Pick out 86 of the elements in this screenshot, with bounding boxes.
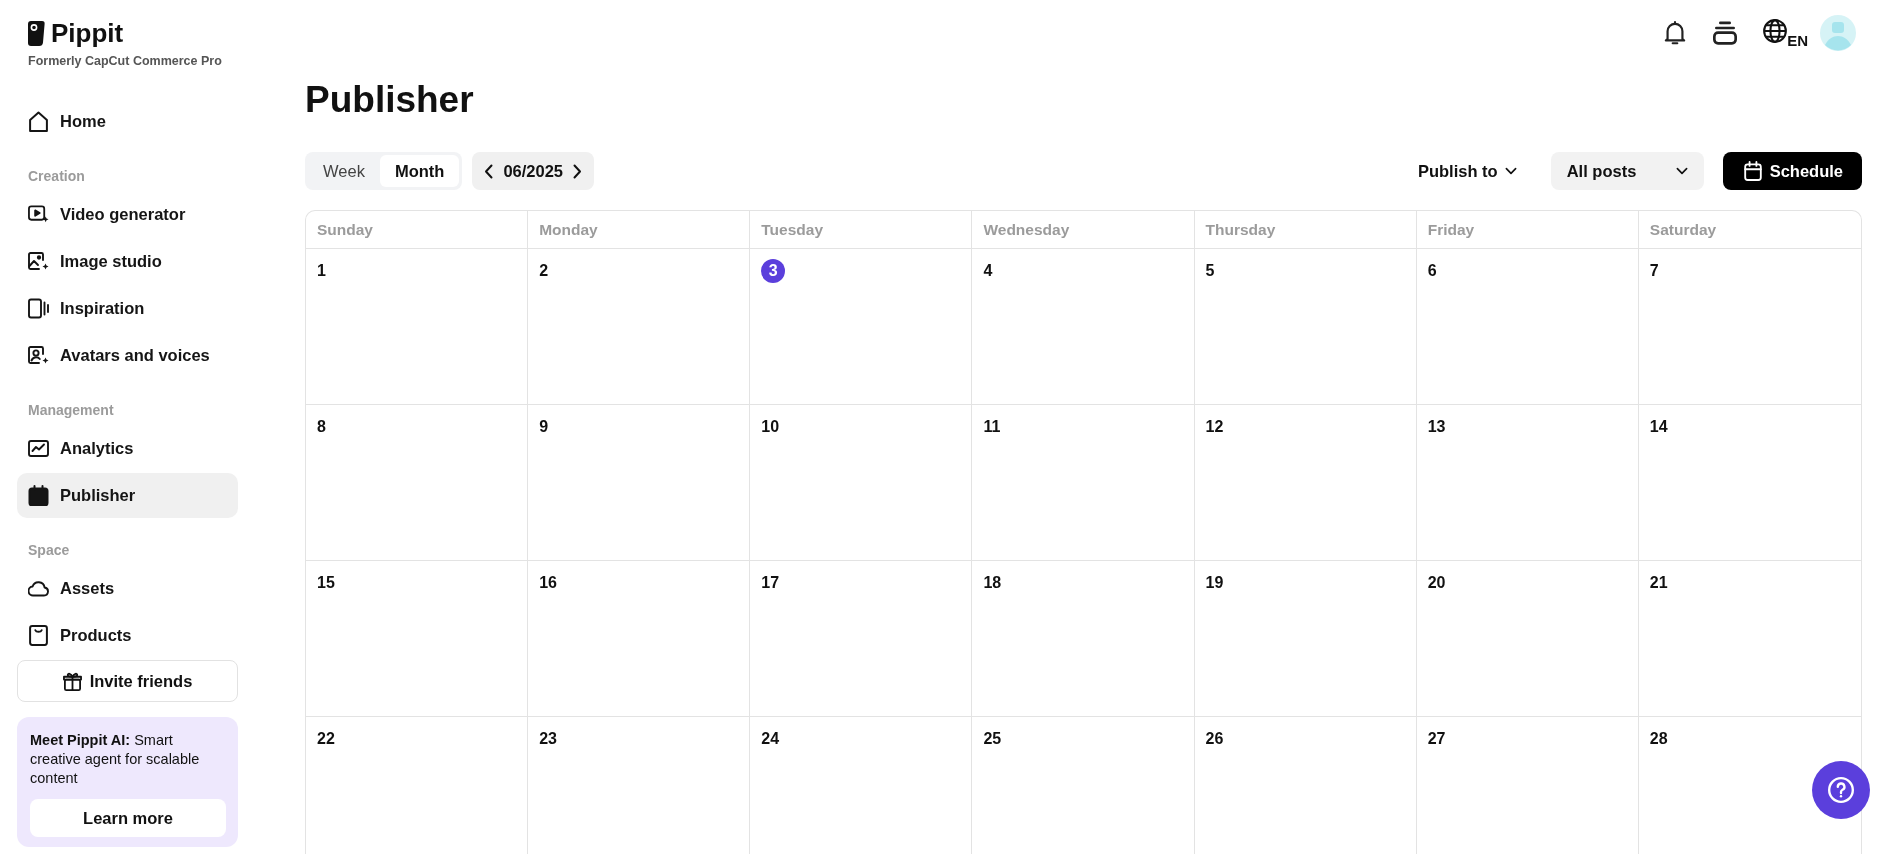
notifications-button[interactable] — [1663, 21, 1688, 45]
chevron-right-icon — [573, 163, 583, 179]
sidebar-item[interactable]: Publisher — [17, 473, 238, 518]
avatar-icon — [1820, 15, 1856, 51]
day-number: 2 — [539, 261, 549, 281]
day-number: 24 — [761, 729, 780, 749]
day-number: 25 — [983, 729, 1002, 749]
schedule-button[interactable]: Schedule — [1722, 152, 1862, 190]
day-number: 5 — [1205, 261, 1215, 281]
weekday-label: Wednesday — [983, 220, 1070, 239]
day-number: 9 — [539, 417, 549, 437]
day-number: 16 — [539, 573, 557, 593]
help-button[interactable] — [1812, 761, 1870, 819]
cloud-icon — [28, 578, 49, 599]
help-icon — [1828, 777, 1854, 803]
learn-more-button[interactable]: Learn more — [30, 799, 226, 837]
day-number: 17 — [761, 573, 780, 593]
day-number: 15 — [317, 573, 335, 593]
day-number: 8 — [317, 417, 326, 437]
home-icon — [28, 111, 49, 132]
sidebar-item[interactable]: Inspiration — [17, 286, 238, 331]
weekday-label: Tuesday — [761, 220, 824, 239]
day-number: 18 — [983, 573, 1002, 593]
weekday-label: Sunday — [317, 220, 373, 239]
globe-icon — [1763, 18, 1788, 43]
publish-to-dropdown[interactable]: Publish to — [1417, 161, 1517, 181]
weekday-label: Monday — [539, 220, 598, 239]
day-number: 27 — [1427, 729, 1446, 749]
day-number: 23 — [539, 729, 557, 749]
weekday-label: Thursday — [1205, 220, 1276, 239]
day-number: 12 — [1205, 417, 1224, 437]
chevron-left-icon — [484, 163, 494, 179]
invite-friends-button[interactable]: Invite friends — [17, 660, 238, 702]
section-heading: Space — [27, 541, 71, 560]
sidebar-item[interactable]: Products — [17, 613, 238, 658]
view-tab[interactable]: Month — [379, 155, 460, 187]
day-number: 20 — [1427, 573, 1446, 593]
sidebar-item[interactable]: Home — [17, 99, 238, 144]
image-sparkle-icon — [28, 251, 49, 272]
section-heading: Creation — [27, 167, 86, 186]
credits-button[interactable] — [1713, 21, 1738, 45]
section-heading: Management — [27, 401, 115, 420]
day-number: 21 — [1649, 573, 1668, 593]
frame-bars-icon — [28, 298, 49, 319]
language-button[interactable]: EN — [1763, 18, 1808, 48]
day-number: 3 — [761, 259, 786, 283]
video-sparkle-icon — [28, 204, 49, 225]
post-filter-dropdown[interactable]: All posts — [1550, 152, 1704, 190]
day-number: 4 — [983, 261, 993, 281]
gift-icon — [62, 671, 82, 691]
stack-icon — [1713, 21, 1738, 45]
day-number: 22 — [317, 729, 335, 749]
logo-icon — [28, 20, 45, 46]
day-number: 19 — [1205, 573, 1224, 593]
day-number: 1 — [317, 261, 326, 281]
view-tab[interactable]: Week — [308, 155, 380, 187]
bag-icon — [28, 625, 49, 646]
day-number: 7 — [1649, 261, 1659, 281]
day-number: 28 — [1649, 729, 1668, 749]
chevron-down-icon — [1504, 167, 1517, 175]
day-number: 10 — [761, 417, 780, 437]
calendar-icon — [28, 485, 49, 506]
period-label: 06/2025 — [503, 161, 564, 181]
sidebar-item[interactable]: Image studio — [17, 239, 238, 284]
next-month-button[interactable] — [573, 163, 583, 179]
bell-icon — [1663, 21, 1688, 45]
brand-subtitle: Formerly CapCut Commerce Pro — [28, 53, 223, 69]
previous-month-button[interactable] — [484, 163, 494, 179]
calendar-icon — [1743, 161, 1762, 181]
sidebar-item[interactable]: Analytics — [17, 426, 238, 471]
brand-name: Pippit — [51, 19, 124, 47]
sidebar-item[interactable]: Assets — [17, 566, 238, 611]
page-title: Publisher — [305, 78, 475, 122]
day-number: 6 — [1427, 261, 1437, 281]
chart-icon — [28, 438, 49, 459]
weekday-label: Saturday — [1649, 220, 1717, 239]
day-number: 11 — [983, 417, 1001, 437]
sidebar-item[interactable]: Video generator — [17, 192, 238, 237]
day-number: 26 — [1205, 729, 1224, 749]
day-number: 13 — [1427, 417, 1446, 437]
sidebar-item[interactable]: Avatars and voices — [17, 333, 238, 378]
day-number: 14 — [1649, 417, 1668, 437]
promo-text: Meet Pippit AI: Smart creative agent for scalable content — [30, 731, 201, 788]
chevron-down-icon — [1675, 167, 1688, 175]
weekday-label: Friday — [1427, 220, 1475, 239]
user-sparkle-icon — [28, 345, 49, 366]
